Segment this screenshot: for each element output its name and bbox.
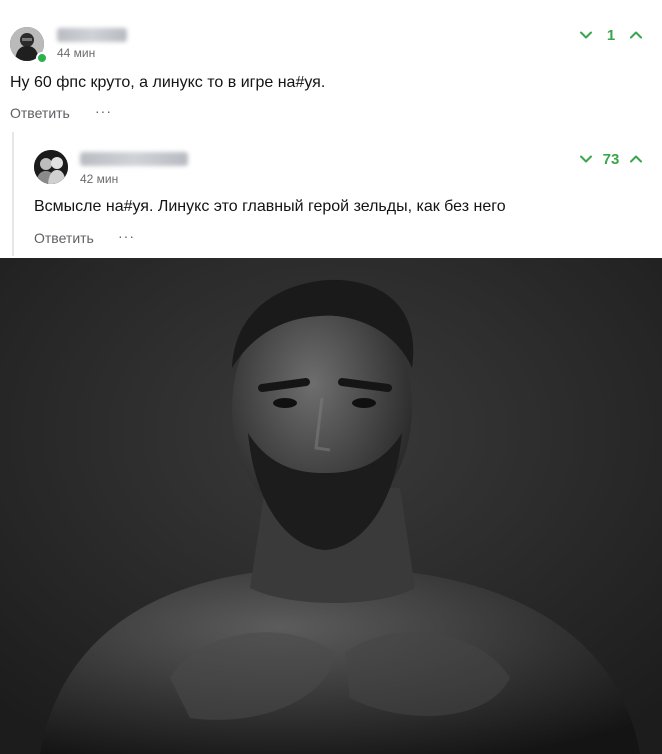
vote-score: 1 xyxy=(606,26,616,44)
comment-time: 42 мин xyxy=(80,172,119,186)
vote-controls: 1 xyxy=(576,24,646,46)
comment-text: Ну 60 фпс круто, а линукс то в игре на#у… xyxy=(10,74,326,91)
more-button[interactable]: ··· xyxy=(118,228,135,244)
comments-section: 44 мин Ну 60 фпс круто, а линукс то в иг… xyxy=(0,0,662,258)
comment-text: Всмысле на#уя. Линукс это главный герой … xyxy=(34,198,506,215)
comment-reply: 42 мин Всмысле на#уя. Линукс это главный… xyxy=(0,130,662,258)
chevron-up-icon[interactable] xyxy=(626,149,646,169)
comment: 44 мин Ну 60 фпс круто, а линукс то в иг… xyxy=(0,0,662,130)
comment-time: 44 мин xyxy=(57,46,96,60)
vote-score: 73 xyxy=(602,150,620,168)
avatar-image xyxy=(34,150,68,184)
reply-button[interactable]: Ответить xyxy=(34,230,94,246)
online-status-dot xyxy=(36,52,48,64)
chevron-down-icon[interactable] xyxy=(576,149,596,169)
username-blurred[interactable] xyxy=(57,28,127,42)
username-blurred[interactable] xyxy=(80,152,188,166)
portrait-illustration xyxy=(0,258,662,754)
meme-image xyxy=(0,258,662,754)
avatar[interactable] xyxy=(34,150,68,184)
vote-controls: 73 xyxy=(576,148,646,170)
reply-button[interactable]: Ответить xyxy=(10,105,70,121)
more-button[interactable]: ··· xyxy=(95,103,112,119)
chevron-down-icon[interactable] xyxy=(576,25,596,45)
chevron-up-icon[interactable] xyxy=(626,25,646,45)
